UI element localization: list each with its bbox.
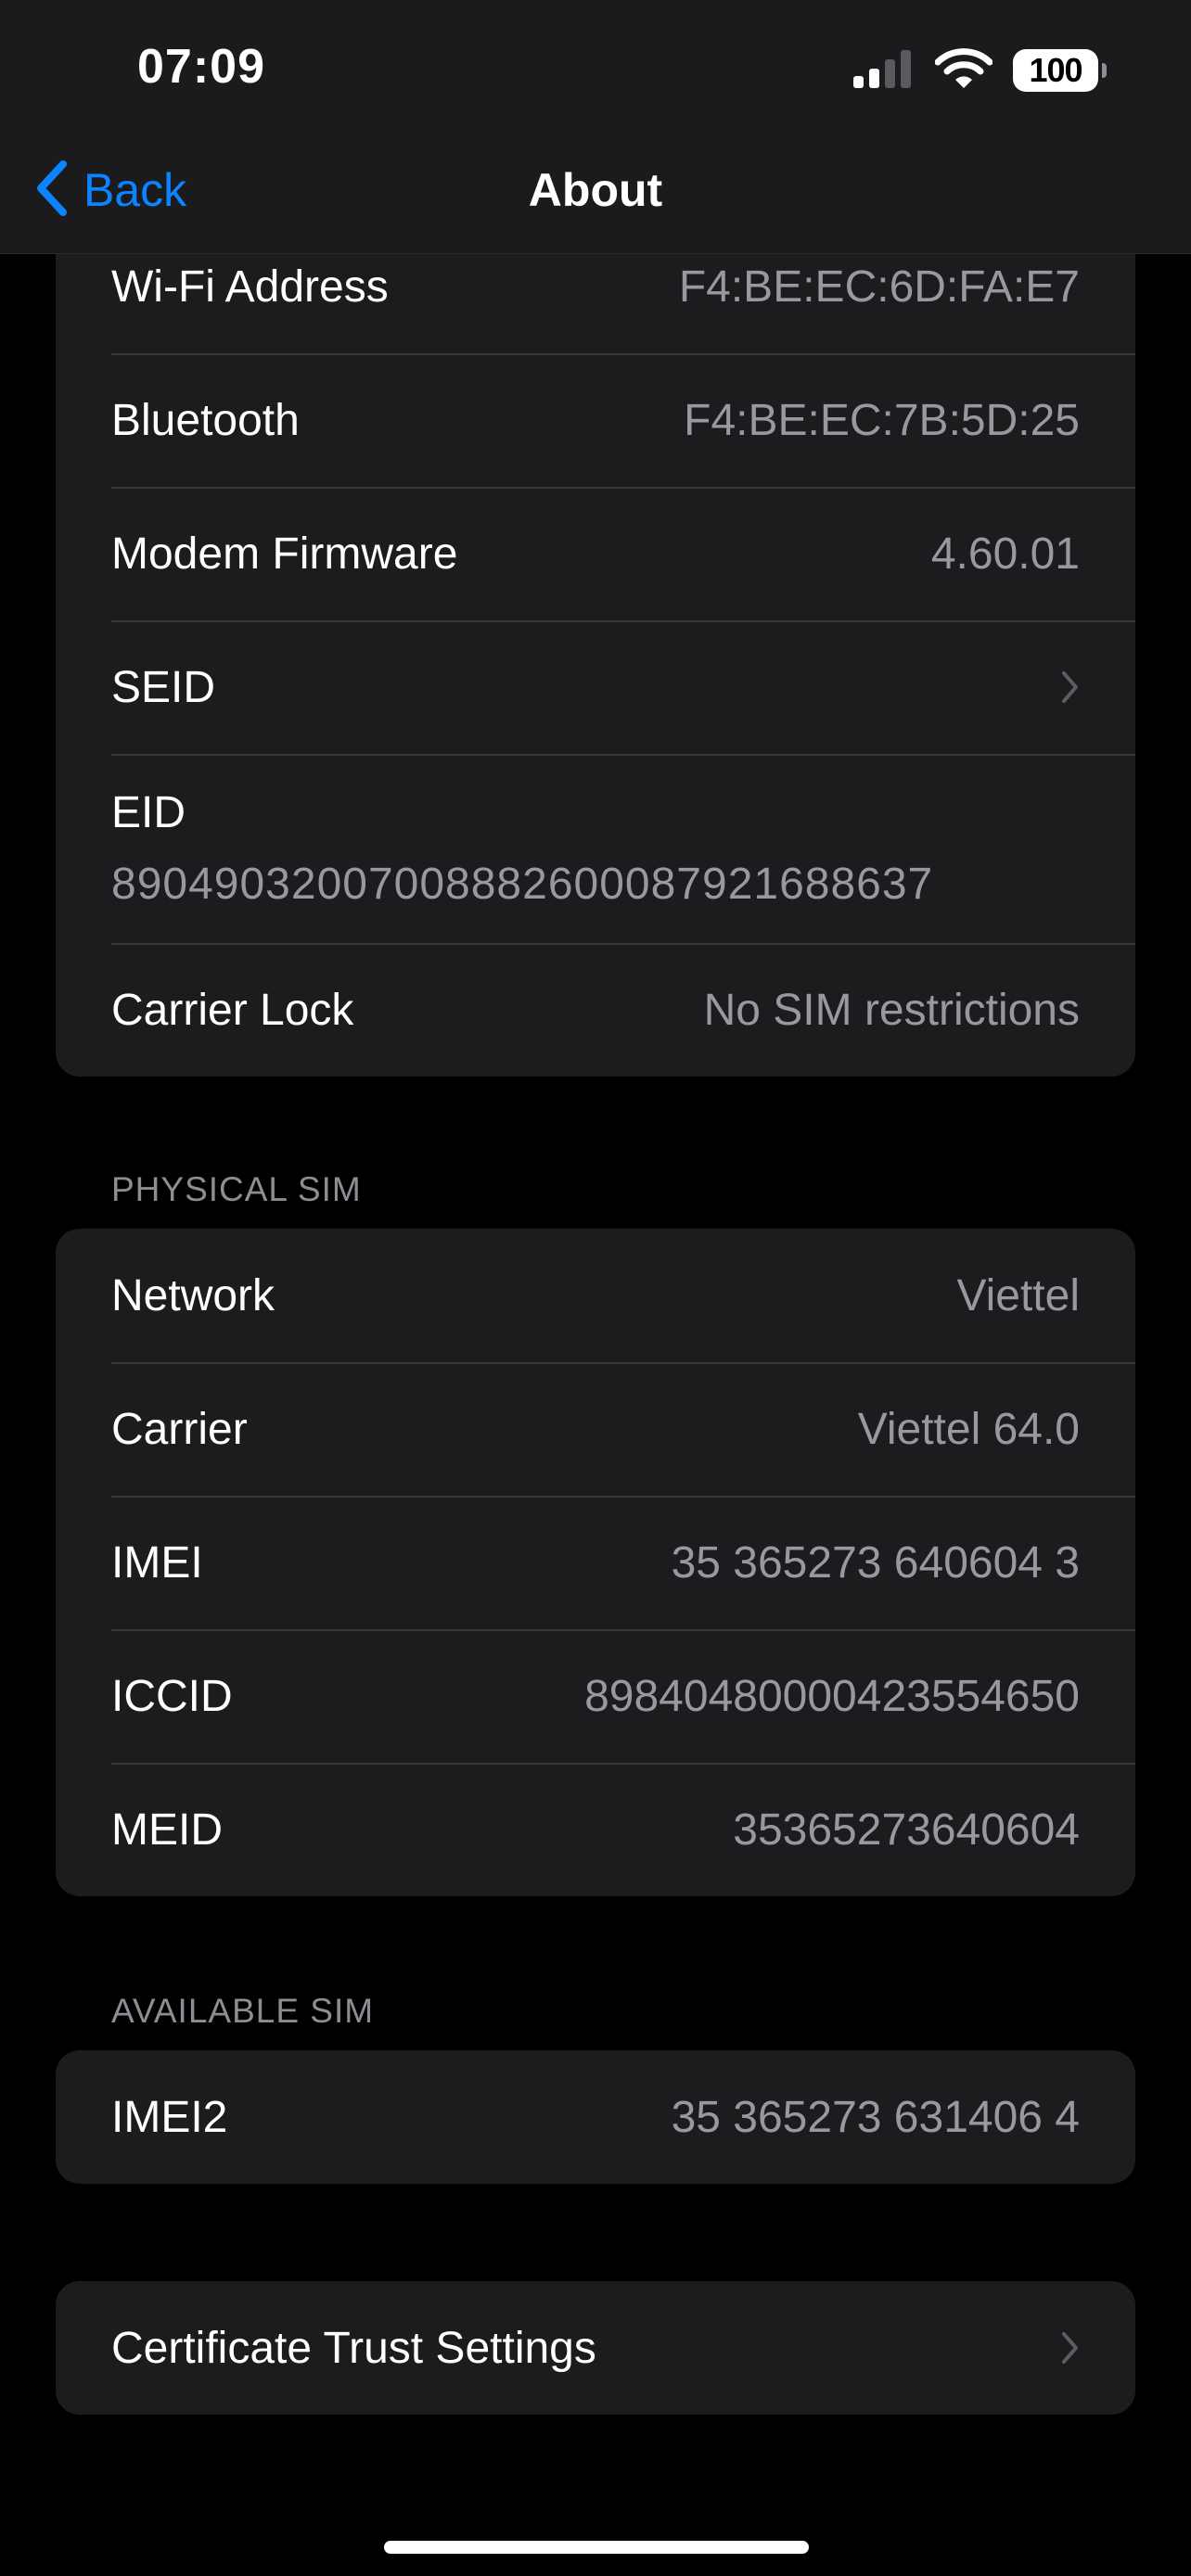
row-label: Carrier Lock — [111, 985, 354, 1035]
chevron-right-icon — [1061, 670, 1080, 704]
status-icons: 100 — [852, 45, 1107, 96]
list-item-network: Network Viettel — [56, 1229, 1135, 1362]
chevron-right-icon — [1061, 2331, 1080, 2365]
available-sim-group: IMEI2 35 365273 631406 4 — [56, 2050, 1135, 2184]
list-item-carrier-lock: Carrier Lock No SIM restrictions — [56, 943, 1135, 1077]
list-item-meid: MEID 35365273640604 — [56, 1763, 1135, 1896]
wifi-icon — [934, 47, 993, 95]
row-value: 35365273640604 — [733, 1804, 1080, 1855]
row-label: Network — [111, 1270, 275, 1320]
list-item-carrier: Carrier Viettel 64.0 — [56, 1362, 1135, 1496]
list-item-imei2: IMEI2 35 365273 631406 4 — [56, 2050, 1135, 2184]
cellular-signal-icon — [852, 48, 915, 94]
battery-level: 100 — [1029, 51, 1082, 89]
row-value: No SIM restrictions — [703, 985, 1080, 1035]
row-value: Viettel — [956, 1270, 1080, 1320]
certificate-trust-settings-item[interactable]: Certificate Trust Settings — [56, 2281, 1135, 2415]
battery-tip — [1102, 63, 1107, 78]
row-label: MEID — [111, 1804, 223, 1855]
row-value: 89049032007008882600087921688637 — [111, 860, 934, 909]
row-label: EID — [111, 788, 186, 837]
row-label: Modem Firmware — [111, 529, 458, 579]
row-label: IMEI2 — [111, 2092, 228, 2142]
row-value: 89840480000423554650 — [584, 1671, 1080, 1721]
row-value: Viettel 64.0 — [857, 1404, 1080, 1454]
section-header-available-sim: AVAILABLE SIM — [111, 1992, 375, 2030]
list-item-imei: IMEI 35 365273 640604 3 — [56, 1496, 1135, 1629]
row-value: 4.60.01 — [930, 529, 1080, 579]
row-value: F4:BE:EC:6D:FA:E7 — [678, 261, 1080, 312]
row-label: IMEI — [111, 1537, 203, 1588]
home-indicator[interactable] — [384, 2541, 809, 2554]
page-title: About — [528, 164, 663, 216]
row-value: 35 365273 631406 4 — [671, 2092, 1080, 2142]
row-label: ICCID — [111, 1671, 233, 1721]
navigation-bar: 07:09 100 Back About — [0, 0, 1191, 254]
row-value: F4:BE:EC:7B:5D:25 — [684, 395, 1080, 445]
battery-icon: 100 — [1013, 49, 1107, 92]
section-header-physical-sim: PHYSICAL SIM — [111, 1170, 362, 1208]
row-label: Wi-Fi Address — [111, 261, 389, 312]
list-item-eid: EID 89049032007008882600087921688637 — [56, 754, 1135, 943]
certificate-group: Certificate Trust Settings — [56, 2281, 1135, 2415]
row-label: Certificate Trust Settings — [111, 2323, 596, 2373]
physical-sim-group: Network Viettel Carrier Viettel 64.0 IME… — [56, 1229, 1135, 1896]
row-label: Bluetooth — [111, 395, 300, 445]
list-item-modem-firmware: Modem Firmware 4.60.01 — [56, 487, 1135, 620]
row-label: Carrier — [111, 1404, 248, 1454]
row-value: 35 365273 640604 3 — [671, 1537, 1080, 1588]
list-item-bluetooth: Bluetooth F4:BE:EC:7B:5D:25 — [56, 353, 1135, 487]
row-label: SEID — [111, 662, 216, 712]
list-item-seid[interactable]: SEID — [56, 620, 1135, 754]
device-info-group: Wi-Fi Address F4:BE:EC:6D:FA:E7 Bluetoot… — [56, 220, 1135, 1077]
list-item-iccid: ICCID 89840480000423554650 — [56, 1629, 1135, 1763]
status-time: 07:09 — [137, 40, 265, 94]
